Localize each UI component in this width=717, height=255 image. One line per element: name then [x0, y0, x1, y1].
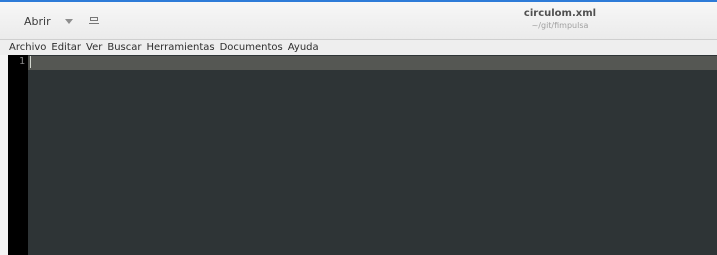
chevron-down-icon[interactable]	[64, 18, 73, 24]
header-bar: Abrir circulom.xml ~/git/fimpulsa	[0, 2, 717, 40]
open-button[interactable]: Abrir	[12, 10, 99, 32]
menu-item-buscar[interactable]: Buscar	[107, 42, 141, 53]
editor-left-margin	[0, 55, 8, 255]
menu-bar: Archivo Editar Ver Buscar Herramientas D…	[0, 40, 717, 55]
menu-item-editar[interactable]: Editar	[51, 42, 81, 53]
title-block: circulom.xml ~/git/fimpulsa	[440, 7, 680, 32]
line-number: 1	[18, 56, 25, 67]
open-button-label: Abrir	[24, 14, 51, 28]
menu-item-ayuda[interactable]: Ayuda	[288, 42, 319, 53]
document-title: circulom.xml	[523, 8, 597, 19]
menu-item-archivo[interactable]: Archivo	[9, 42, 46, 53]
line-number-gutter: 1	[8, 55, 28, 255]
editor-window: Abrir circulom.xml ~/git/fimpulsa Archiv…	[0, 0, 717, 255]
pin-icon[interactable]	[88, 17, 99, 25]
current-line-highlight	[28, 56, 717, 70]
text-cursor	[30, 56, 31, 68]
menu-item-documentos[interactable]: Documentos	[220, 42, 283, 53]
document-path: ~/git/fimpulsa	[531, 21, 589, 30]
text-editor[interactable]	[28, 55, 717, 255]
menu-item-ver[interactable]: Ver	[86, 42, 102, 53]
editor-area: 1	[0, 55, 717, 255]
menu-item-herramientas[interactable]: Herramientas	[146, 42, 214, 53]
